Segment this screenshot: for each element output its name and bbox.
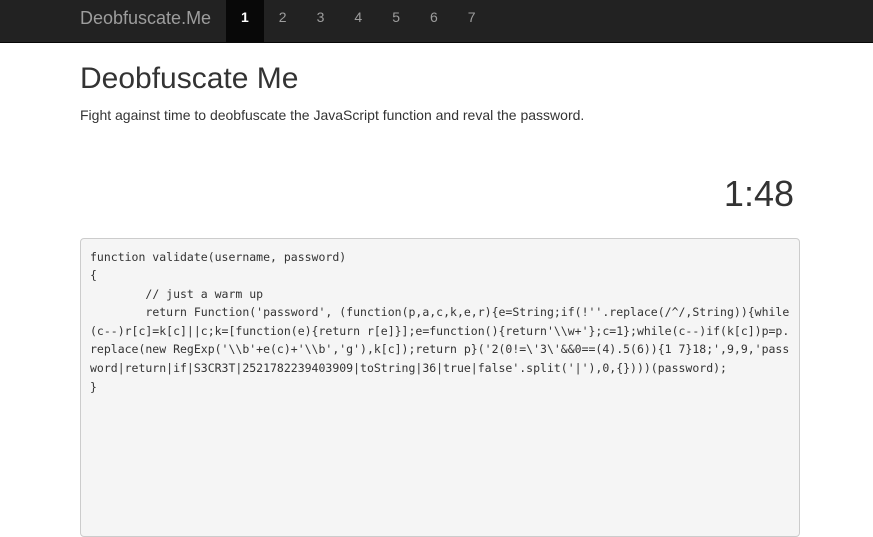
code-block: function validate(username, password) { /… [80, 237, 800, 537]
page-description: Fight against time to deobfuscate the Ja… [80, 107, 585, 123]
nav-item-5[interactable]: 5 [377, 0, 415, 42]
countdown-timer: 1:48 [723, 173, 794, 214]
navbar-brand[interactable]: Deobfuscate.Me [80, 0, 211, 42]
nav-item-2[interactable]: 2 [264, 0, 302, 42]
page-title: Deobfuscate Me [80, 62, 299, 95]
code-line: function validate(username, password) [90, 249, 347, 264]
nav-item-4[interactable]: 4 [339, 0, 377, 42]
nav-item-1[interactable]: 1 [226, 0, 264, 42]
nav-item-7[interactable]: 7 [453, 0, 491, 42]
code-line: { [90, 268, 97, 283]
code-line: // just a warm up [90, 286, 264, 301]
level-nav: 1 2 3 4 5 6 7 [226, 0, 491, 42]
nav-item-3[interactable]: 3 [302, 0, 340, 42]
top-navbar: Deobfuscate.Me 1 2 3 4 5 6 7 [0, 0, 873, 43]
code-line: } [90, 379, 97, 394]
nav-item-6[interactable]: 6 [415, 0, 453, 42]
code-line: return Function('password', (function(p,… [90, 305, 790, 376]
